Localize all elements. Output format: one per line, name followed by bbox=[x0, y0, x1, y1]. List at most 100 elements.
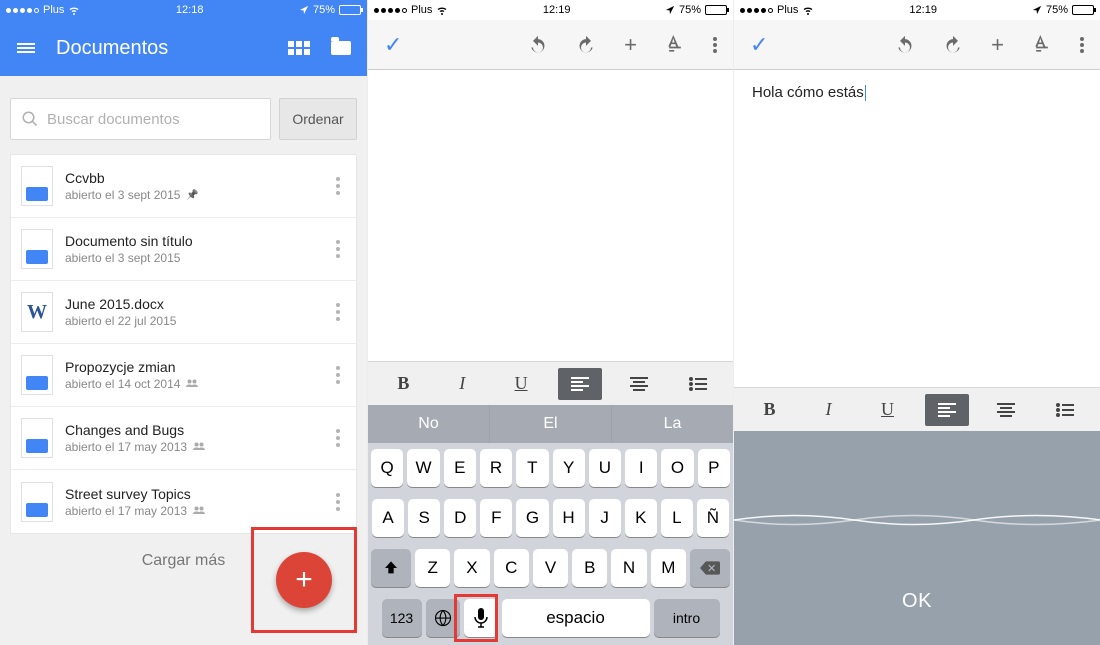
shift-key[interactable] bbox=[371, 549, 411, 587]
document-subtitle: abierto el 22 jul 2015 bbox=[65, 314, 316, 328]
key-s[interactable]: S bbox=[408, 499, 440, 537]
key-n[interactable]: N bbox=[611, 549, 646, 587]
battery-pct: 75% bbox=[1046, 4, 1068, 16]
row-more-button[interactable] bbox=[328, 303, 348, 321]
key-c[interactable]: C bbox=[494, 549, 529, 587]
signal-dots-icon bbox=[374, 8, 407, 13]
row-more-button[interactable] bbox=[328, 493, 348, 511]
row-more-button[interactable] bbox=[328, 240, 348, 258]
document-canvas[interactable]: Hola cómo estás bbox=[734, 70, 1100, 387]
align-center-button[interactable] bbox=[617, 368, 661, 400]
document-subtitle: abierto el 3 sept 2015 bbox=[65, 251, 316, 265]
text-format-button[interactable] bbox=[1032, 35, 1052, 55]
key-a[interactable]: A bbox=[372, 499, 404, 537]
key-l[interactable]: L bbox=[661, 499, 693, 537]
return-key[interactable]: intro bbox=[654, 599, 720, 637]
key-b[interactable]: B bbox=[572, 549, 607, 587]
align-left-button[interactable] bbox=[558, 368, 602, 400]
folder-button[interactable] bbox=[329, 36, 353, 60]
battery-icon bbox=[1072, 5, 1094, 15]
done-button[interactable]: ✓ bbox=[750, 32, 768, 58]
more-button[interactable] bbox=[713, 35, 717, 55]
undo-button[interactable] bbox=[528, 35, 548, 55]
voice-waveform-icon bbox=[734, 505, 1100, 535]
suggestion-1[interactable]: No bbox=[368, 405, 490, 443]
undo-button[interactable] bbox=[895, 35, 915, 55]
key-h[interactable]: H bbox=[553, 499, 585, 537]
key-e[interactable]: E bbox=[444, 449, 476, 487]
menu-button[interactable] bbox=[14, 36, 38, 60]
bullet-list-button[interactable] bbox=[1043, 394, 1087, 426]
gdoc-icon bbox=[21, 166, 53, 206]
key-u[interactable]: U bbox=[589, 449, 621, 487]
key-i[interactable]: I bbox=[625, 449, 657, 487]
key-r[interactable]: R bbox=[480, 449, 512, 487]
key-j[interactable]: J bbox=[589, 499, 621, 537]
editor-toolbar: ✓ + bbox=[734, 20, 1100, 70]
key-t[interactable]: T bbox=[516, 449, 548, 487]
key-f[interactable]: F bbox=[480, 499, 512, 537]
text-format-button[interactable] bbox=[665, 35, 685, 55]
numbers-key[interactable]: 123 bbox=[382, 599, 422, 637]
new-document-fab[interactable]: + bbox=[276, 552, 332, 608]
key-m[interactable]: M bbox=[651, 549, 686, 587]
space-key[interactable]: espacio bbox=[502, 599, 650, 637]
insert-button[interactable]: + bbox=[624, 32, 637, 58]
document-canvas[interactable] bbox=[368, 70, 733, 361]
gdoc-icon bbox=[21, 418, 53, 458]
shared-icon bbox=[193, 440, 205, 454]
gdoc-icon bbox=[21, 229, 53, 269]
key-k[interactable]: K bbox=[625, 499, 657, 537]
bold-button[interactable]: B bbox=[748, 394, 792, 426]
key-w[interactable]: W bbox=[407, 449, 439, 487]
row-more-button[interactable] bbox=[328, 429, 348, 447]
italic-button[interactable]: I bbox=[807, 394, 851, 426]
backspace-icon bbox=[700, 561, 720, 575]
bold-button[interactable]: B bbox=[381, 368, 425, 400]
key-z[interactable]: Z bbox=[415, 549, 450, 587]
key-ñ[interactable]: Ñ bbox=[697, 499, 729, 537]
underline-button[interactable]: U bbox=[866, 394, 910, 426]
align-center-button[interactable] bbox=[984, 394, 1028, 426]
redo-button[interactable] bbox=[576, 35, 596, 55]
done-button[interactable]: ✓ bbox=[384, 32, 402, 58]
key-d[interactable]: D bbox=[444, 499, 476, 537]
shared-icon bbox=[193, 504, 205, 518]
fab-highlight: + bbox=[251, 527, 357, 633]
row-more-button[interactable] bbox=[328, 366, 348, 384]
document-row[interactable]: Documento sin títuloabierto el 3 sept 20… bbox=[11, 218, 356, 281]
align-left-button[interactable] bbox=[925, 394, 969, 426]
bullet-list-button[interactable] bbox=[676, 368, 720, 400]
document-row[interactable]: Changes and Bugsabierto el 17 may 2013 bbox=[11, 407, 356, 470]
sort-button[interactable]: Ordenar bbox=[279, 98, 357, 140]
document-row[interactable]: WJune 2015.docxabierto el 22 jul 2015 bbox=[11, 281, 356, 344]
insert-button[interactable]: + bbox=[991, 32, 1004, 58]
more-button[interactable] bbox=[1080, 35, 1084, 55]
voice-ok-button[interactable]: OK bbox=[902, 590, 932, 613]
backspace-key[interactable] bbox=[690, 549, 730, 587]
italic-button[interactable]: I bbox=[440, 368, 484, 400]
document-row[interactable]: Street survey Topicsabierto el 17 may 20… bbox=[11, 470, 356, 533]
row-more-button[interactable] bbox=[328, 177, 348, 195]
view-grid-button[interactable] bbox=[287, 36, 311, 60]
redo-button[interactable] bbox=[943, 35, 963, 55]
document-row[interactable]: Ccvbbabierto el 3 sept 2015📌 bbox=[11, 155, 356, 218]
document-title: June 2015.docx bbox=[65, 296, 316, 312]
key-y[interactable]: Y bbox=[553, 449, 585, 487]
document-subtitle: abierto el 14 oct 2014 bbox=[65, 377, 316, 391]
key-g[interactable]: G bbox=[516, 499, 548, 537]
suggestion-3[interactable]: La bbox=[612, 405, 733, 443]
carrier-label: Plus bbox=[43, 4, 64, 16]
key-v[interactable]: V bbox=[533, 549, 568, 587]
key-p[interactable]: P bbox=[698, 449, 730, 487]
key-x[interactable]: X bbox=[454, 549, 489, 587]
key-q[interactable]: Q bbox=[371, 449, 403, 487]
key-o[interactable]: O bbox=[661, 449, 693, 487]
battery-icon bbox=[339, 5, 361, 15]
wifi-icon bbox=[436, 4, 448, 16]
search-input[interactable]: Buscar documentos bbox=[10, 98, 271, 140]
underline-button[interactable]: U bbox=[499, 368, 543, 400]
suggestion-2[interactable]: El bbox=[490, 405, 612, 443]
document-row[interactable]: Propozycje zmianabierto el 14 oct 2014 bbox=[11, 344, 356, 407]
voice-input-panel: OK bbox=[734, 431, 1100, 645]
